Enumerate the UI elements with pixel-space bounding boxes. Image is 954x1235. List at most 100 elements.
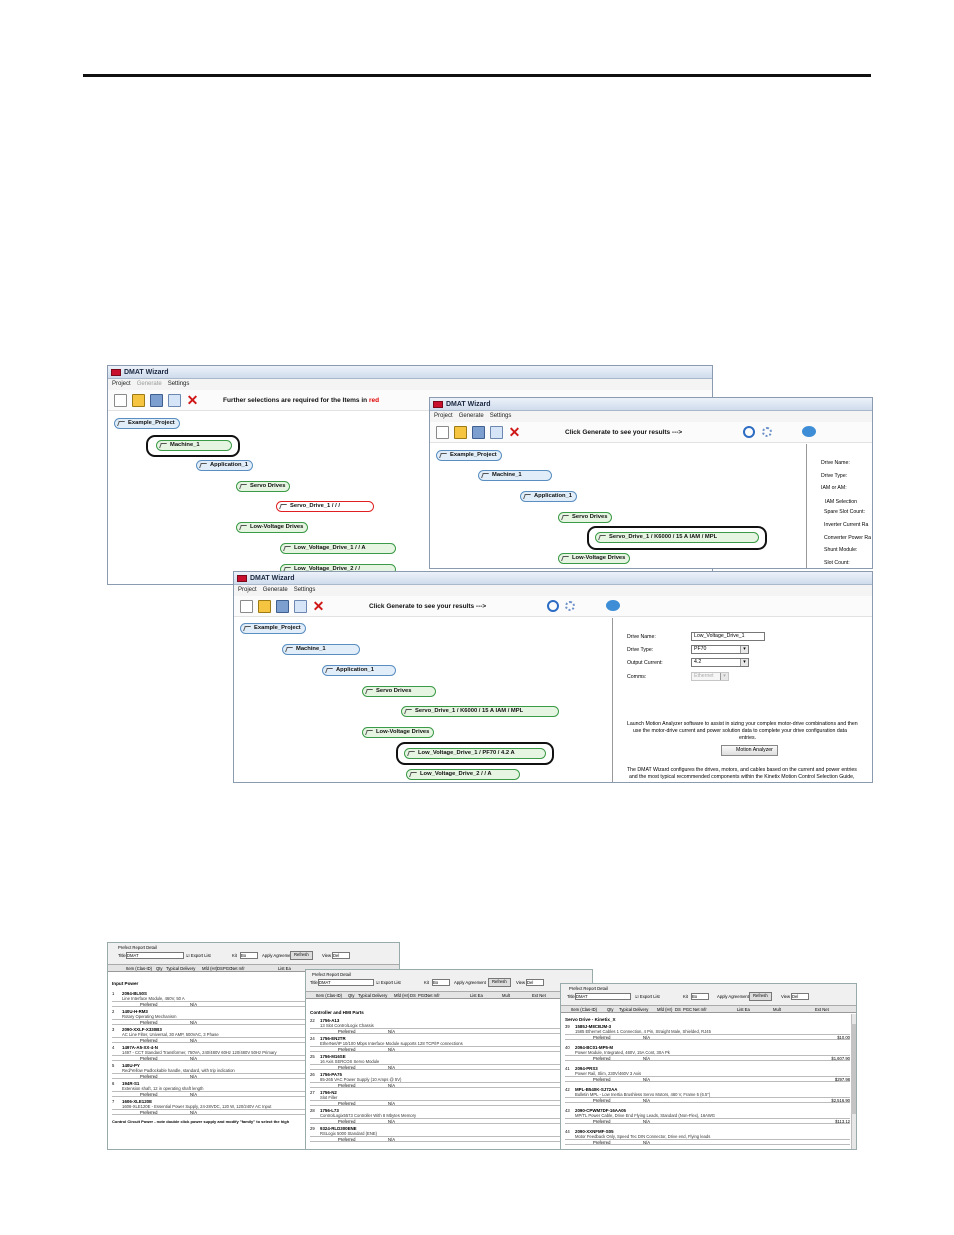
refresh-button[interactable]: Refresh	[290, 951, 313, 960]
kit-select[interactable]: Bo	[240, 952, 258, 959]
tree-node-low-voltage-drives[interactable]: Low-Voltage Drives	[558, 553, 631, 564]
tree-node-application[interactable]: Application_1	[520, 491, 578, 502]
tree-node-lv-drive-2[interactable]: Low_Voltage_Drive_2 / / A	[406, 769, 520, 780]
new-file-icon[interactable]	[240, 600, 253, 613]
kit-select[interactable]: Bo	[432, 979, 450, 986]
price-row: PreferredN/A$716.00	[310, 1028, 586, 1034]
apply-agreement-label[interactable]: Apply Agreement	[717, 994, 749, 999]
help-bubble-icon[interactable]	[606, 600, 620, 611]
tree-node-low-voltage-drives[interactable]: Low-Voltage Drives	[236, 522, 309, 533]
item-number: 2	[112, 1009, 115, 1014]
title-input[interactable]: DMAT	[575, 993, 631, 1000]
save-icon[interactable]	[276, 600, 289, 613]
preferred-label: Preferred	[338, 1083, 356, 1088]
tree-node-servo-drive-1[interactable]: Servo_Drive_1 / K6000 / 15 A IAM / MPL	[401, 706, 559, 717]
section-input-power: Input Power	[112, 981, 139, 986]
col-delivery: Typical Delivery	[358, 993, 388, 998]
delete-icon[interactable]: ✕	[508, 425, 521, 439]
help-bubble-icon[interactable]	[802, 426, 816, 437]
preferred-label: Preferred	[593, 1077, 611, 1082]
tree-node-servo-drives[interactable]: Servo Drives	[558, 512, 613, 523]
preferred-label: Preferred	[140, 1038, 158, 1043]
preferred-label: Preferred	[593, 1140, 611, 1145]
menu-project[interactable]: Project	[238, 587, 257, 593]
export-list-checkbox[interactable]: ☑ Export List	[635, 994, 660, 999]
menu-settings[interactable]: Settings	[168, 381, 190, 387]
chevron-down-icon[interactable]: ▾	[740, 659, 748, 666]
tree-node-project[interactable]: Example_Project	[436, 450, 502, 461]
node-label: Machine_1	[170, 442, 200, 448]
tree-node-machine[interactable]: Machine_1	[478, 470, 552, 481]
menu-project[interactable]: Project	[434, 413, 453, 419]
open-folder-icon[interactable]	[132, 394, 145, 407]
comms-select[interactable]: Ethernet ▾	[691, 672, 729, 681]
dmat-wizard-window-2: DMAT Wizard Project Generate Settings ✕ Cl…	[429, 397, 873, 569]
tree-node-lv-drive-1[interactable]: Low_Voltage_Drive_1 / / A	[280, 543, 396, 554]
title-input[interactable]: DMAT	[126, 952, 184, 959]
delete-icon[interactable]: ✕	[312, 599, 325, 613]
edit-icon[interactable]	[168, 394, 181, 407]
settings-gear-icon[interactable]	[762, 427, 772, 437]
view-select[interactable]: Del	[526, 979, 544, 986]
menu-settings[interactable]: Settings	[294, 587, 316, 593]
open-folder-icon[interactable]	[454, 426, 467, 439]
export-list-checkbox[interactable]: ☑ Export List	[376, 980, 401, 985]
tree-node-low-voltage-drives[interactable]: Low-Voltage Drives	[362, 727, 435, 738]
tree-node-servo-drive-1[interactable]: Servo_Drive_1 / K6000 / 15 A IAM / MPL	[595, 532, 759, 543]
apply-agreement-label[interactable]: Apply Agreement	[454, 980, 486, 985]
tree-node-project[interactable]: Example_Project	[240, 623, 306, 634]
tree-node-servo-drives[interactable]: Servo Drives	[362, 686, 436, 697]
tree-node-application[interactable]: Application_1	[196, 460, 254, 471]
window-titlebar: DMAT Wizard	[108, 366, 712, 379]
item-number: 27	[310, 1090, 315, 1095]
node-label: Example_Project	[254, 625, 301, 631]
mfd-value: N/A	[388, 1119, 395, 1124]
tree-node-machine[interactable]: Machine_1	[156, 440, 232, 451]
price-value: $2,516.90	[831, 1098, 850, 1103]
toolbar: ✕ Click Generate to see your results ---…	[234, 596, 872, 617]
open-folder-icon[interactable]	[258, 600, 271, 613]
view-select[interactable]: Del	[791, 993, 809, 1000]
delete-icon[interactable]: ✕	[186, 393, 199, 407]
report-header: Prefect Report Detail Title: DMAT ☑ Expo…	[108, 943, 399, 965]
view-select[interactable]: Del	[332, 952, 350, 959]
new-file-icon[interactable]	[114, 394, 127, 407]
col-pgc: PGC	[683, 1007, 693, 1012]
refresh-button[interactable]: Refresh	[488, 978, 511, 987]
title-input[interactable]: DMAT	[318, 979, 374, 986]
new-file-icon[interactable]	[436, 426, 449, 439]
tree-node-application[interactable]: Application_1	[322, 665, 396, 676]
tree-node-servo-drive-1[interactable]: Servo_Drive_1 / / /	[276, 501, 374, 512]
item-number: 29	[310, 1126, 315, 1131]
save-icon[interactable]	[472, 426, 485, 439]
tree-node-servo-drives[interactable]: Servo Drives	[236, 481, 291, 492]
window-titlebar: DMAT Wizard	[430, 398, 872, 411]
chevron-down-icon[interactable]: ▾	[720, 673, 728, 680]
drive-type-select[interactable]: PF70 ▾	[691, 645, 749, 654]
generate-icon[interactable]	[547, 600, 559, 612]
generate-icon[interactable]	[743, 426, 755, 438]
menu-generate[interactable]: Generate	[263, 587, 288, 593]
item-number: 41	[565, 1066, 570, 1071]
motion-analyzer-button[interactable]: Motion Analyzer	[721, 745, 778, 756]
edit-icon[interactable]	[490, 426, 503, 439]
menu-generate[interactable]: Generate	[459, 413, 484, 419]
chevron-down-icon[interactable]: ▾	[740, 646, 748, 653]
export-list-label: Export List	[639, 994, 660, 999]
menu-generate[interactable]: Generate	[137, 381, 162, 387]
tree-node-project[interactable]: Example_Project	[114, 418, 180, 429]
menu-project[interactable]: Project	[112, 381, 131, 387]
tree-node-lv-drive-1[interactable]: Low_Voltage_Drive_1 / PF70 / 4.2 A	[404, 748, 546, 759]
menu-settings[interactable]: Settings	[490, 413, 512, 419]
report-scrollbar-thumb[interactable]	[851, 1024, 856, 1114]
export-list-checkbox[interactable]: ☑ Export List	[186, 953, 211, 958]
drive-name-input[interactable]: Low_Voltage_Drive_1	[691, 632, 765, 641]
settings-gear-icon[interactable]	[565, 601, 575, 611]
converter-power-label: Converter Power Ra	[824, 535, 871, 541]
save-icon[interactable]	[150, 394, 163, 407]
tree-node-machine[interactable]: Machine_1	[282, 644, 360, 655]
edit-icon[interactable]	[294, 600, 307, 613]
kit-select[interactable]: Bo	[691, 993, 709, 1000]
output-current-select[interactable]: 4.2 ▾	[691, 658, 749, 667]
refresh-button[interactable]: Refresh	[749, 992, 772, 1001]
